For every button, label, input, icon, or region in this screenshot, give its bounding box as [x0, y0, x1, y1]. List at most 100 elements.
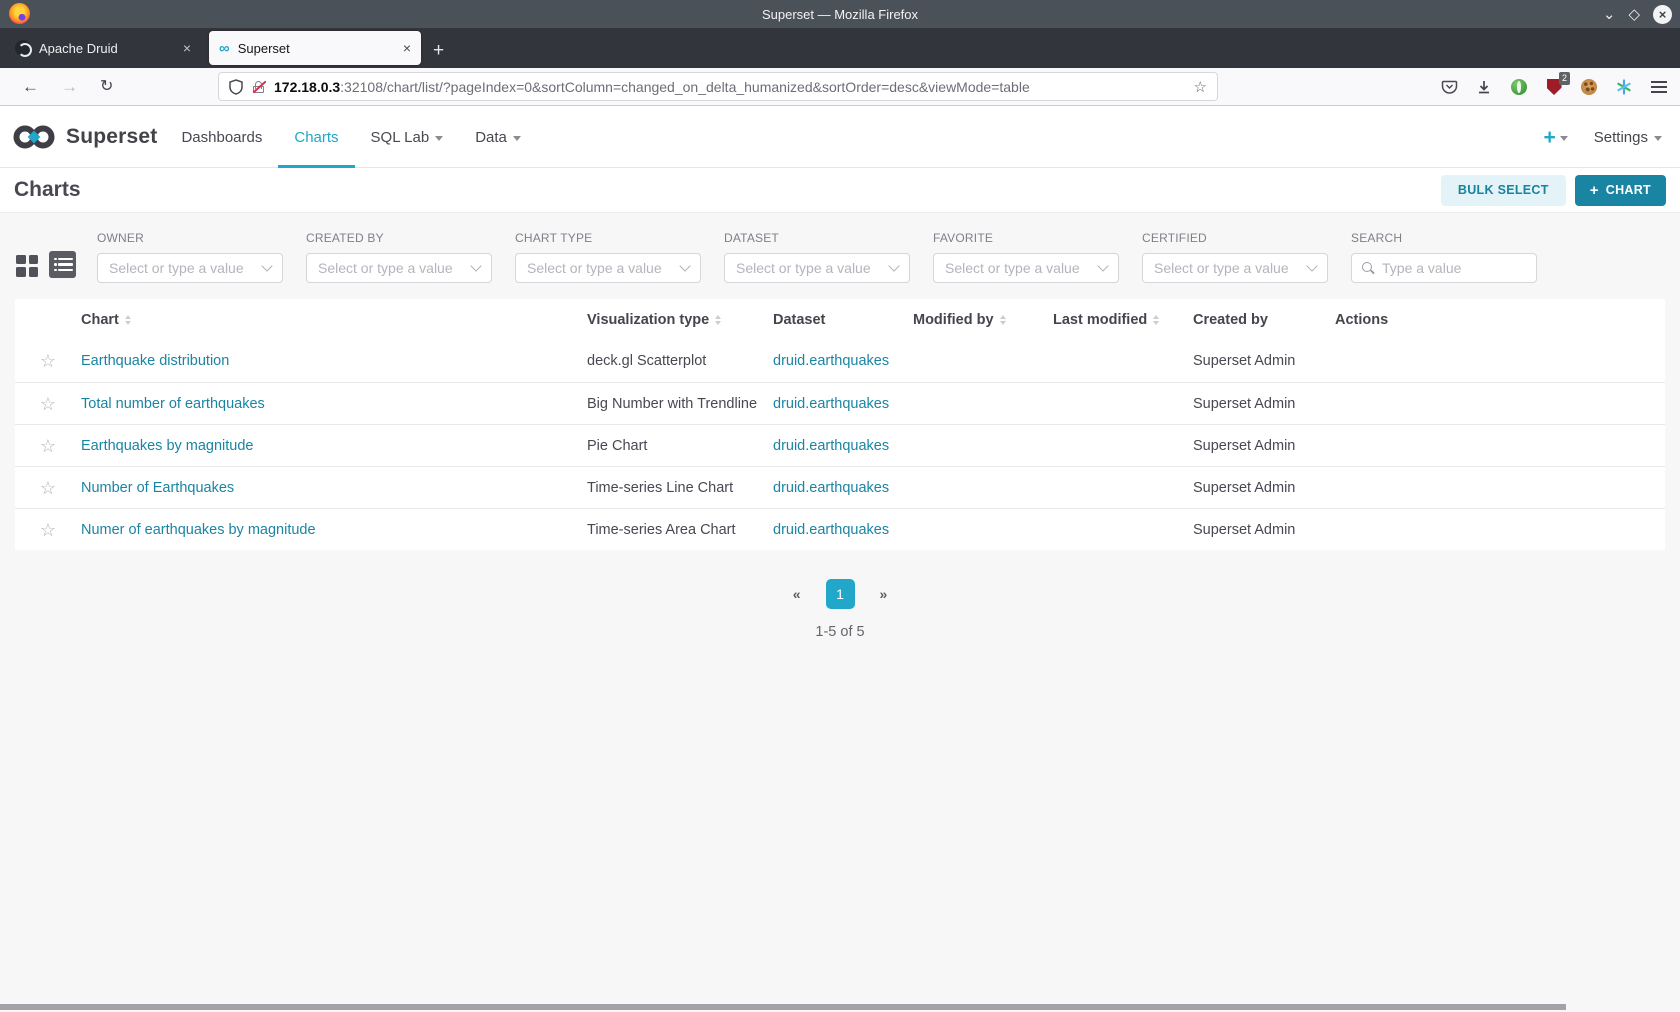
table-row[interactable]: ☆ Earthquakes by magnitude Pie Chart dru…: [15, 424, 1665, 466]
column-header-last-modified[interactable]: Last modified: [1053, 312, 1193, 328]
sort-icon: [715, 315, 721, 325]
ublock-origin-icon[interactable]: 2: [1545, 78, 1563, 96]
downloads-icon[interactable]: [1475, 78, 1493, 96]
chevron-down-icon: [261, 260, 272, 271]
url-path: :32108/chart/list/?pageIndex=0&sortColum…: [340, 79, 1030, 95]
pagination-prev-button[interactable]: «: [793, 586, 801, 602]
favorite-star-icon[interactable]: ☆: [40, 352, 56, 370]
nav-item-dashboards[interactable]: Dashboards: [165, 107, 278, 167]
table-row[interactable]: ☆ Number of Earthquakes Time-series Line…: [15, 466, 1665, 508]
search-icon: [1361, 261, 1375, 275]
extension-green-icon[interactable]: [1510, 78, 1528, 96]
browser-tab-superset[interactable]: ∞ Superset ×: [209, 31, 421, 65]
owner-select[interactable]: Select or type a value: [97, 253, 283, 283]
plus-icon: +: [1544, 127, 1556, 148]
nav-item-charts[interactable]: Charts: [278, 107, 354, 167]
asterisk-extension-icon[interactable]: [1615, 78, 1633, 96]
tab-close-icon[interactable]: ×: [403, 40, 411, 56]
chevron-down-icon: [679, 260, 690, 271]
pagination-page-button[interactable]: 1: [826, 579, 855, 609]
column-label: Chart: [81, 312, 119, 328]
cookie-extension-icon[interactable]: [1580, 78, 1598, 96]
url-text[interactable]: 172.18.0.3:32108/chart/list/?pageIndex=0…: [274, 79, 1185, 95]
chevron-down-icon: [1654, 136, 1662, 141]
select-placeholder: Select or type a value: [1154, 260, 1289, 276]
chart-link[interactable]: Total number of earthquakes: [81, 396, 587, 412]
pagination-next-button[interactable]: »: [880, 586, 888, 602]
dataset-select[interactable]: Select or type a value: [724, 253, 910, 283]
address-bar[interactable]: 172.18.0.3:32108/chart/list/?pageIndex=0…: [218, 72, 1218, 101]
favorite-star-icon[interactable]: ☆: [40, 479, 56, 497]
tracking-protection-shield-icon[interactable]: [229, 79, 243, 95]
list-view-icon[interactable]: [49, 251, 76, 278]
viz-type-cell: Time-series Line Chart: [587, 480, 773, 496]
table-row[interactable]: ☆ Earthquake distribution deck.gl Scatte…: [15, 340, 1665, 382]
sort-icon: [1000, 315, 1006, 325]
select-placeholder: Select or type a value: [109, 260, 244, 276]
bookmark-star-icon[interactable]: ☆: [1194, 78, 1207, 96]
reload-button[interactable]: ↻: [100, 79, 113, 95]
column-header-chart[interactable]: Chart: [81, 312, 587, 328]
select-placeholder: Select or type a value: [527, 260, 662, 276]
chevron-down-icon: [513, 136, 521, 141]
favorite-star-icon[interactable]: ☆: [40, 437, 56, 455]
dataset-link[interactable]: druid.earthquakes: [773, 480, 913, 496]
add-new-menu-button[interactable]: +: [1544, 127, 1568, 148]
favorite-select[interactable]: Select or type a value: [933, 253, 1119, 283]
browser-tab-apache-druid[interactable]: Apache Druid ×: [5, 31, 201, 65]
column-label: Dataset: [773, 312, 825, 328]
browser-tab-bar: Apache Druid × ∞ Superset × +: [0, 28, 1680, 68]
column-label: Last modified: [1053, 312, 1147, 328]
favorite-star-icon[interactable]: ☆: [40, 395, 56, 413]
table-row[interactable]: ☆ Numer of earthquakes by magnitude Time…: [15, 508, 1665, 550]
card-view-icon[interactable]: [16, 255, 38, 277]
back-button[interactable]: ←: [22, 78, 39, 95]
certified-select[interactable]: Select or type a value: [1142, 253, 1328, 283]
nav-item-data[interactable]: Data: [459, 107, 537, 167]
toolbar-right-icons: 2: [1440, 68, 1668, 106]
favorite-star-icon[interactable]: ☆: [40, 521, 56, 539]
menu-hamburger-icon[interactable]: [1650, 78, 1668, 96]
column-header-actions: Actions: [1335, 312, 1665, 328]
superset-logo[interactable]: Superset: [12, 123, 157, 151]
nav-item-label: Data: [475, 129, 507, 146]
filter-chart-type: CHART TYPE Select or type a value: [515, 231, 701, 283]
dataset-link[interactable]: druid.earthquakes: [773, 522, 913, 538]
insecure-lock-icon[interactable]: [252, 80, 265, 94]
window-maximize-button[interactable]: ◇: [1628, 7, 1640, 22]
dataset-link[interactable]: druid.earthquakes: [773, 396, 913, 412]
tab-close-icon[interactable]: ×: [183, 40, 191, 56]
nav-item-sql-lab[interactable]: SQL Lab: [355, 107, 460, 167]
horizontal-scrollbar-thumb[interactable]: [0, 1004, 1566, 1010]
dataset-link[interactable]: druid.earthquakes: [773, 438, 913, 454]
chart-link[interactable]: Earthquake distribution: [81, 353, 587, 369]
search-box: [1351, 253, 1537, 283]
viz-type-cell: Time-series Area Chart: [587, 522, 773, 538]
table-row[interactable]: ☆ Total number of earthquakes Big Number…: [15, 382, 1665, 424]
add-chart-label: CHART: [1606, 183, 1651, 197]
filter-label: CREATED BY: [306, 231, 492, 245]
chart-link[interactable]: Numer of earthquakes by magnitude: [81, 522, 587, 538]
settings-menu-button[interactable]: Settings: [1594, 129, 1662, 146]
chart-type-select[interactable]: Select or type a value: [515, 253, 701, 283]
window-close-button[interactable]: ×: [1653, 5, 1672, 24]
browser-toolbar: ← → ↻ 172.18.0.3:32108/chart/list/?pageI…: [0, 68, 1680, 106]
nav-item-label: SQL Lab: [371, 129, 430, 146]
filter-label: SEARCH: [1351, 231, 1537, 245]
pocket-icon[interactable]: [1440, 78, 1458, 96]
chart-link[interactable]: Number of Earthquakes: [81, 480, 587, 496]
column-header-modified-by[interactable]: Modified by: [913, 312, 1053, 328]
chart-link[interactable]: Earthquakes by magnitude: [81, 438, 587, 454]
add-chart-button[interactable]: + CHART: [1575, 175, 1666, 206]
filter-favorite: FAVORITE Select or type a value: [933, 231, 1119, 283]
created-by-select[interactable]: Select or type a value: [306, 253, 492, 283]
window-title: Superset — Mozilla Firefox: [762, 7, 918, 22]
dataset-link[interactable]: druid.earthquakes: [773, 353, 913, 369]
new-tab-button[interactable]: +: [433, 41, 444, 60]
bulk-select-button[interactable]: BULK SELECT: [1441, 175, 1566, 206]
column-header-visualization-type[interactable]: Visualization type: [587, 312, 773, 328]
search-input[interactable]: [1382, 260, 1527, 276]
select-placeholder: Select or type a value: [945, 260, 1080, 276]
nav-item-label: Charts: [294, 129, 338, 146]
window-minimize-button[interactable]: ⌄: [1603, 7, 1616, 22]
